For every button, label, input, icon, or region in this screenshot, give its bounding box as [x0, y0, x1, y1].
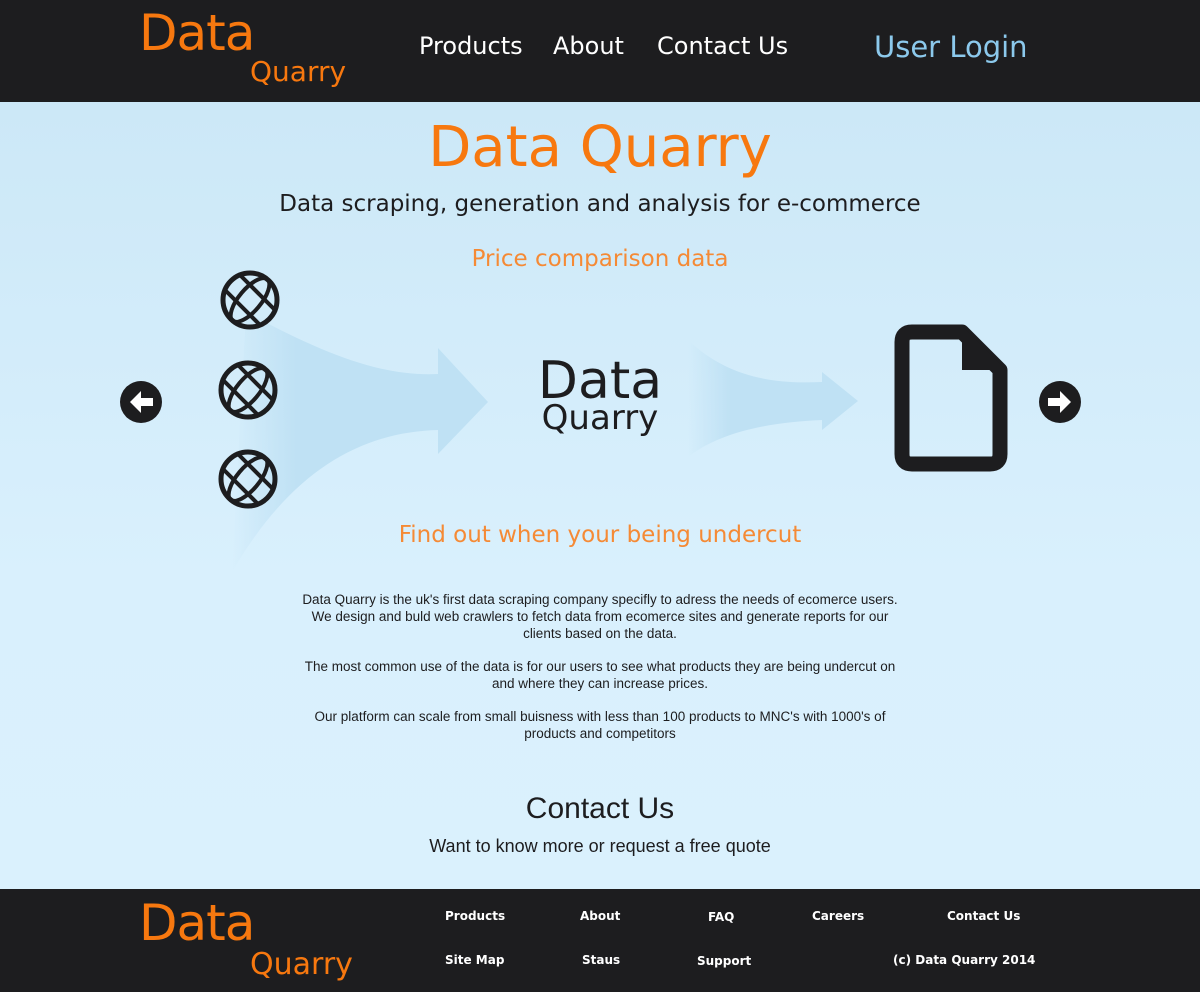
- about-paragraph: Our platform can scale from small buisne…: [314, 709, 886, 741]
- nav-about[interactable]: About: [553, 32, 624, 60]
- footer-link-products[interactable]: Products: [445, 909, 505, 923]
- about-text: Data Quarry is the uk's first data scrap…: [300, 591, 900, 758]
- document-icon: [894, 324, 1008, 472]
- contact-title[interactable]: Contact Us: [0, 792, 1200, 826]
- logo-word-quarry: Quarry: [250, 55, 347, 88]
- about-paragraph: The most common use of the data is for o…: [304, 659, 896, 691]
- footer-link-site-map[interactable]: Site Map: [445, 953, 504, 967]
- footer-link-contact-us[interactable]: Contact Us: [947, 909, 1020, 923]
- logo-word-data: Data: [139, 894, 255, 952]
- main-content: Data Quarry Data scraping, generation an…: [0, 102, 1200, 889]
- carousel-next-button[interactable]: [1039, 381, 1081, 423]
- footer-link-about[interactable]: About: [580, 909, 620, 923]
- site-header: Data Quarry Products About Contact Us Us…: [0, 0, 1200, 102]
- footer-link-faq[interactable]: FAQ: [708, 910, 734, 924]
- nav-contact-us[interactable]: Contact Us: [657, 32, 788, 60]
- site-footer: Data Quarry Products About FAQ Careers C…: [0, 889, 1200, 992]
- arrow-right-icon: [1048, 391, 1071, 413]
- logo-word-quarry: Quarry: [250, 947, 353, 982]
- contact-subtitle[interactable]: Want to know more or request a free quot…: [0, 836, 1200, 857]
- header-logo[interactable]: Data Quarry: [139, 8, 359, 94]
- logo-word-data: Data: [139, 4, 255, 62]
- footer-link-support[interactable]: Support: [697, 954, 751, 968]
- output-arrow: [688, 340, 858, 457]
- user-login-link[interactable]: User Login: [874, 30, 1028, 64]
- diagram-logo: Data Quarry: [530, 355, 670, 435]
- about-paragraph: Data Quarry is the uk's first data scrap…: [302, 592, 898, 641]
- undercut-heading: Find out when your being undercut: [398, 522, 802, 548]
- carousel-prev-button[interactable]: [120, 381, 162, 423]
- footer-link-status[interactable]: Staus: [582, 953, 620, 967]
- footer-copyright: (c) Data Quarry 2014: [893, 953, 1036, 967]
- footer-link-careers[interactable]: Careers: [812, 909, 864, 923]
- diagram-logo-word2: Quarry: [541, 398, 659, 438]
- nav-products[interactable]: Products: [419, 32, 523, 60]
- footer-logo[interactable]: Data Quarry: [139, 898, 359, 988]
- arrow-left-icon: [130, 391, 153, 413]
